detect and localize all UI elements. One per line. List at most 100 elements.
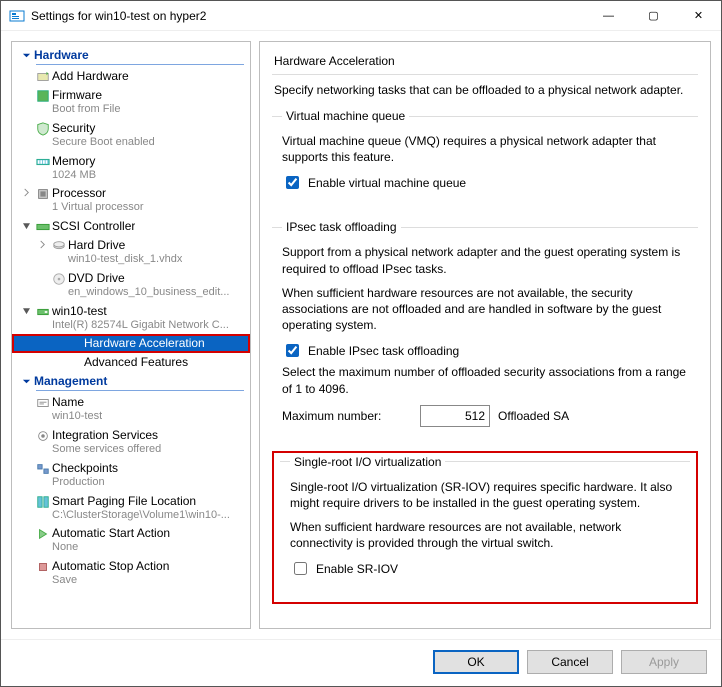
nav-sublabel: 1 Virtual processor	[52, 201, 144, 215]
firmware-icon	[34, 88, 52, 103]
sriov-desc-1: Single-root I/O virtualization (SR-IOV) …	[290, 479, 680, 511]
nav-item-processor[interactable]: Processor1 Virtual processor	[12, 184, 250, 217]
title-bar: Settings for win10-test on hyper2 — ▢ ✕	[1, 1, 721, 31]
nav-sublabel: Production	[52, 476, 118, 490]
enable-vmq-checkbox[interactable]	[286, 176, 299, 189]
expand-icon[interactable]	[18, 186, 34, 197]
nav-sublabel: Save	[52, 574, 169, 588]
window-title: Settings for win10-test on hyper2	[31, 9, 586, 23]
integration-icon	[34, 428, 52, 443]
ipsec-checkbox-label: Enable IPsec task offloading	[308, 344, 459, 358]
maximize-button[interactable]: ▢	[631, 1, 676, 31]
nav-sublabel: Secure Boot enabled	[52, 136, 155, 150]
nav-item-hardware-acceleration[interactable]: Hardware Acceleration	[12, 334, 250, 353]
collapse-icon[interactable]	[18, 304, 34, 315]
nav-label: Automatic Stop Action	[52, 559, 169, 573]
dvd-icon	[50, 271, 68, 286]
nav-sublabel: win10-test	[52, 410, 102, 424]
nav-sublabel: C:\ClusterStorage\Volume1\win10-...	[52, 509, 230, 523]
nav-item-hard-drive[interactable]: Hard Drivewin10-test_disk_1.vhdx	[12, 236, 250, 269]
nav-label: Add Hardware	[52, 69, 129, 83]
vmq-checkbox-row[interactable]: Enable virtual machine queue	[282, 173, 688, 192]
ipsec-desc-1: Support from a physical network adapter …	[282, 244, 688, 276]
nav-item-auto-stop[interactable]: Automatic Stop ActionSave	[12, 557, 250, 590]
sriov-checkbox-row[interactable]: Enable SR-IOV	[290, 559, 680, 578]
nav-label: Memory	[52, 154, 95, 168]
ipsec-max-label: Maximum number:	[282, 409, 412, 423]
dialog-footer: OK Cancel Apply	[1, 639, 721, 686]
enable-sriov-checkbox[interactable]	[294, 562, 307, 575]
nav-label: Security	[52, 121, 95, 135]
nav-item-advanced-features[interactable]: Advanced Features	[12, 353, 250, 372]
name-icon	[34, 395, 52, 410]
nav-label: Integration Services	[52, 428, 158, 442]
settings-icon	[9, 8, 25, 24]
ipsec-group: IPsec task offloading Support from a phy…	[272, 220, 698, 436]
vmq-description: Virtual machine queue (VMQ) requires a p…	[282, 133, 688, 165]
nav-label: Name	[52, 395, 84, 409]
nav-label: Automatic Start Action	[52, 526, 170, 540]
nav-item-checkpoints[interactable]: CheckpointsProduction	[12, 459, 250, 492]
nav-item-memory[interactable]: Memory1024 MB	[12, 152, 250, 185]
vmq-legend: Virtual machine queue	[282, 109, 409, 123]
nav-label: Hardware Acceleration	[84, 336, 205, 350]
nav-item-add-hardware[interactable]: Add Hardware	[12, 67, 250, 86]
nav-sublabel: en_windows_10_business_edit...	[68, 286, 229, 300]
nav-item-dvd-drive[interactable]: DVD Driveen_windows_10_business_edit...	[12, 269, 250, 302]
expand-icon[interactable]	[34, 238, 50, 249]
ipsec-legend: IPsec task offloading	[282, 220, 401, 234]
settings-navigation-tree[interactable]: Hardware Add Hardware FirmwareBoot from …	[11, 41, 251, 629]
nav-label: SCSI Controller	[52, 219, 135, 233]
minimize-button[interactable]: —	[586, 1, 631, 31]
sriov-checkbox-label: Enable SR-IOV	[316, 562, 398, 576]
nav-label: DVD Drive	[68, 271, 125, 285]
network-adapter-icon	[34, 304, 52, 319]
nav-item-network-adapter[interactable]: win10-testIntel(R) 82574L Gigabit Networ…	[12, 302, 250, 335]
collapse-icon[interactable]	[18, 219, 34, 230]
nav-item-auto-start[interactable]: Automatic Start ActionNone	[12, 524, 250, 557]
enable-ipsec-checkbox[interactable]	[286, 344, 299, 357]
close-button[interactable]: ✕	[676, 1, 721, 31]
ipsec-max-suffix: Offloaded SA	[498, 409, 569, 423]
nav-item-scsi-controller[interactable]: SCSI Controller	[12, 217, 250, 236]
collapse-icon	[18, 377, 34, 386]
settings-detail-pane: Hardware Acceleration Specify networking…	[259, 41, 711, 629]
ipsec-max-input[interactable]	[420, 405, 490, 427]
nav-item-firmware[interactable]: FirmwareBoot from File	[12, 86, 250, 119]
processor-icon	[34, 186, 52, 201]
pane-title: Hardware Acceleration	[272, 50, 698, 75]
nav-label: Checkpoints	[52, 461, 118, 475]
management-group-header[interactable]: Management	[36, 372, 244, 391]
vmq-checkbox-label: Enable virtual machine queue	[308, 176, 466, 190]
hardware-group-label: Hardware	[34, 48, 89, 62]
management-group-label: Management	[34, 374, 107, 388]
nav-sublabel: Intel(R) 82574L Gigabit Network C...	[52, 319, 229, 333]
nav-item-name[interactable]: Namewin10-test	[12, 393, 250, 426]
auto-stop-icon	[34, 559, 52, 574]
add-hardware-icon	[34, 69, 52, 84]
hard-drive-icon	[50, 238, 68, 253]
pane-intro: Specify networking tasks that can be off…	[274, 83, 696, 97]
nav-label: Hard Drive	[68, 238, 125, 252]
cancel-button[interactable]: Cancel	[527, 650, 613, 674]
checkpoints-icon	[34, 461, 52, 476]
collapse-icon	[18, 51, 34, 60]
memory-icon	[34, 154, 52, 169]
apply-button[interactable]: Apply	[621, 650, 707, 674]
sriov-highlight: Single-root I/O virtualization Single-ro…	[272, 451, 698, 605]
ipsec-range-desc: Select the maximum number of offloaded s…	[282, 364, 688, 396]
nav-item-smart-paging[interactable]: Smart Paging File LocationC:\ClusterStor…	[12, 492, 250, 525]
ipsec-checkbox-row[interactable]: Enable IPsec task offloading	[282, 341, 688, 360]
nav-sublabel: Some services offered	[52, 443, 161, 457]
nav-sublabel: Boot from File	[52, 103, 120, 117]
scsi-icon	[34, 219, 52, 234]
sriov-desc-2: When sufficient hardware resources are n…	[290, 519, 680, 551]
ok-button[interactable]: OK	[433, 650, 519, 674]
nav-label: win10-test	[52, 304, 107, 318]
nav-label: Processor	[52, 186, 106, 200]
nav-item-integration-services[interactable]: Integration ServicesSome services offere…	[12, 426, 250, 459]
hardware-group-header[interactable]: Hardware	[36, 46, 244, 65]
nav-label: Advanced Features	[84, 355, 188, 369]
nav-item-security[interactable]: SecuritySecure Boot enabled	[12, 119, 250, 152]
nav-sublabel: None	[52, 541, 170, 555]
